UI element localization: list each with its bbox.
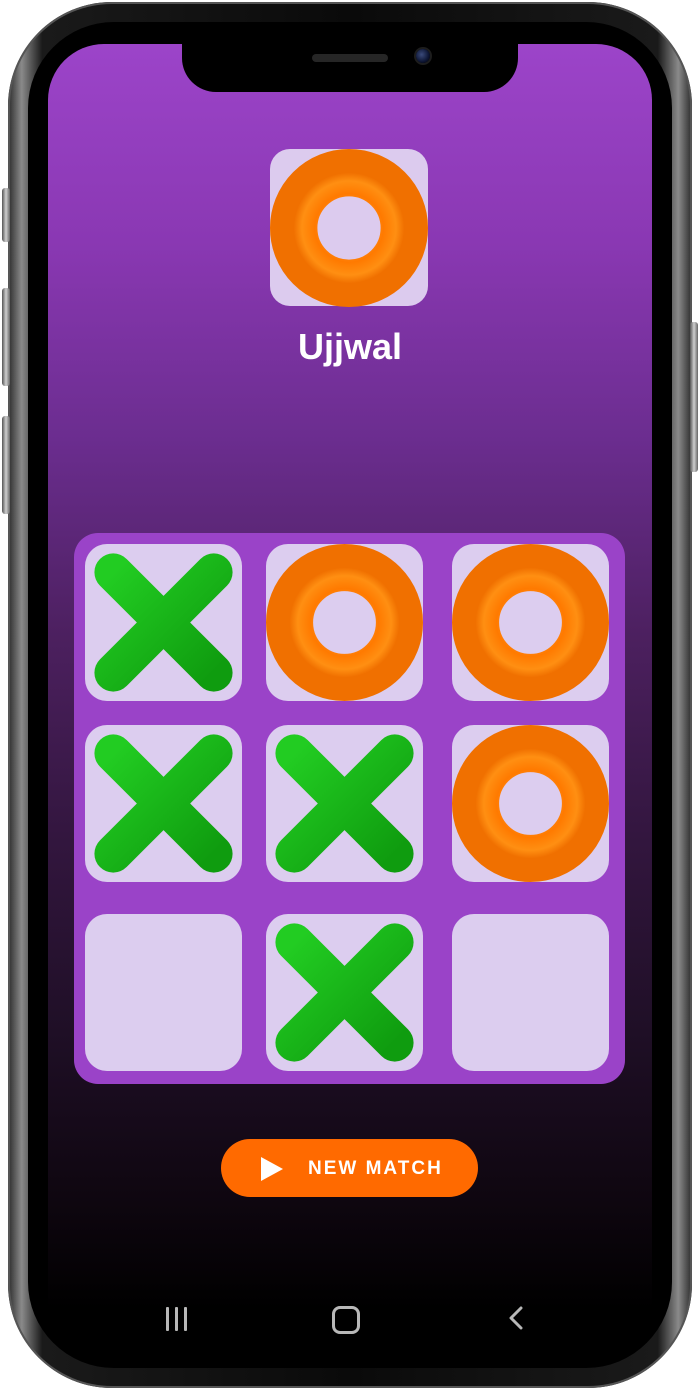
navigation-bar: [48, 1284, 652, 1354]
x-mark-icon: [85, 544, 242, 701]
current-player-name: Ujjwal: [297, 326, 403, 367]
mute-switch: [2, 188, 10, 242]
cell-r1-c1[interactable]: [85, 544, 242, 701]
play-icon: [261, 1157, 283, 1181]
cell-r1-c3[interactable]: [452, 544, 609, 701]
cell-r1-c2[interactable]: [266, 544, 423, 701]
x-mark-icon: [85, 725, 242, 882]
x-mark-icon: [266, 914, 423, 1071]
recents-icon[interactable]: [166, 1307, 192, 1333]
game-board: [74, 533, 625, 1084]
cell-r2-c2[interactable]: [266, 725, 423, 882]
current-player-symbol-icon: [270, 149, 428, 312]
volume-up-button: [2, 288, 10, 386]
camera-icon: [416, 49, 430, 63]
back-icon[interactable]: [508, 1306, 524, 1330]
speaker-grille: [312, 54, 388, 62]
notch: [182, 44, 518, 92]
home-icon[interactable]: [332, 1306, 360, 1334]
cell-r3-c1[interactable]: [85, 914, 242, 1071]
cell-r2-c3[interactable]: [452, 725, 609, 882]
current-player-card: [270, 149, 428, 307]
x-mark-icon: [266, 725, 423, 882]
volume-down-button: [2, 416, 10, 514]
cell-r2-c1[interactable]: [85, 725, 242, 882]
o-mark-icon: [452, 544, 609, 701]
cell-r3-c2[interactable]: [266, 914, 423, 1071]
new-match-button[interactable]: NEW MATCH: [221, 1139, 478, 1197]
o-mark-icon: [266, 544, 423, 701]
new-match-label: NEW MATCH: [308, 1158, 443, 1179]
game-screen: Ujjwal NEW MATCH: [48, 44, 652, 1362]
cell-r3-c3[interactable]: [452, 914, 609, 1071]
power-button: [690, 322, 698, 472]
o-mark-icon: [452, 725, 609, 882]
